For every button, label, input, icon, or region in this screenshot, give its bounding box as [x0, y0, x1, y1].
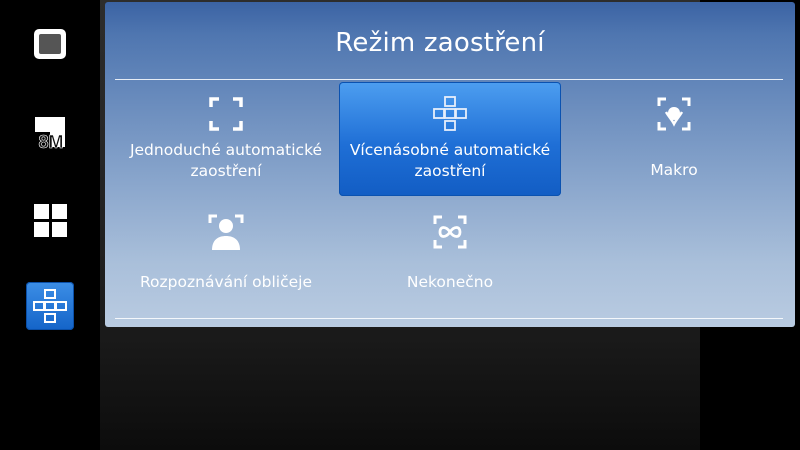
option-label: Jednoduché automatické zaostření [129, 141, 323, 180]
dialog-title: Režim zaostření [335, 28, 545, 58]
option-label: Makro [650, 161, 698, 179]
option-infinity[interactable]: Nekonečno [339, 200, 561, 314]
sidebar-item-grid[interactable] [26, 196, 74, 244]
resolution-icon: 8M [35, 117, 65, 152]
option-label: Nekonečno [406, 273, 494, 291]
grid-icon [34, 204, 67, 237]
resolution-label: 8M [38, 132, 63, 152]
option-label: Vícenásobné automatické zaostření [349, 141, 551, 180]
bottom-divider [115, 318, 783, 319]
screen-icon [34, 29, 66, 59]
option-label: Rozpoznávání obličeje [139, 273, 313, 291]
single-af-icon [209, 97, 243, 131]
face-detection-icon [208, 214, 244, 250]
option-single-af[interactable]: Jednoduché automatické zaostření [115, 82, 337, 196]
multi-focus-icon [33, 289, 67, 323]
sidebar-item-screen[interactable] [26, 20, 74, 68]
camera-settings-sidebar: 8M [0, 0, 100, 450]
infinity-icon [433, 215, 467, 249]
sidebar-item-focus-mode[interactable] [26, 282, 74, 330]
option-macro[interactable]: Makro [563, 82, 785, 196]
sidebar-item-resolution[interactable]: 8M [26, 108, 74, 156]
multi-af-icon [433, 96, 467, 131]
title-divider [115, 79, 783, 80]
focus-mode-dialog: Režim zaostření Jednoduché automatické z… [105, 2, 795, 327]
option-face-detection[interactable]: Rozpoznávání obličeje [115, 200, 337, 314]
option-multi-af[interactable]: Vícenásobné automatické zaostření [339, 82, 561, 196]
macro-icon [657, 97, 691, 131]
